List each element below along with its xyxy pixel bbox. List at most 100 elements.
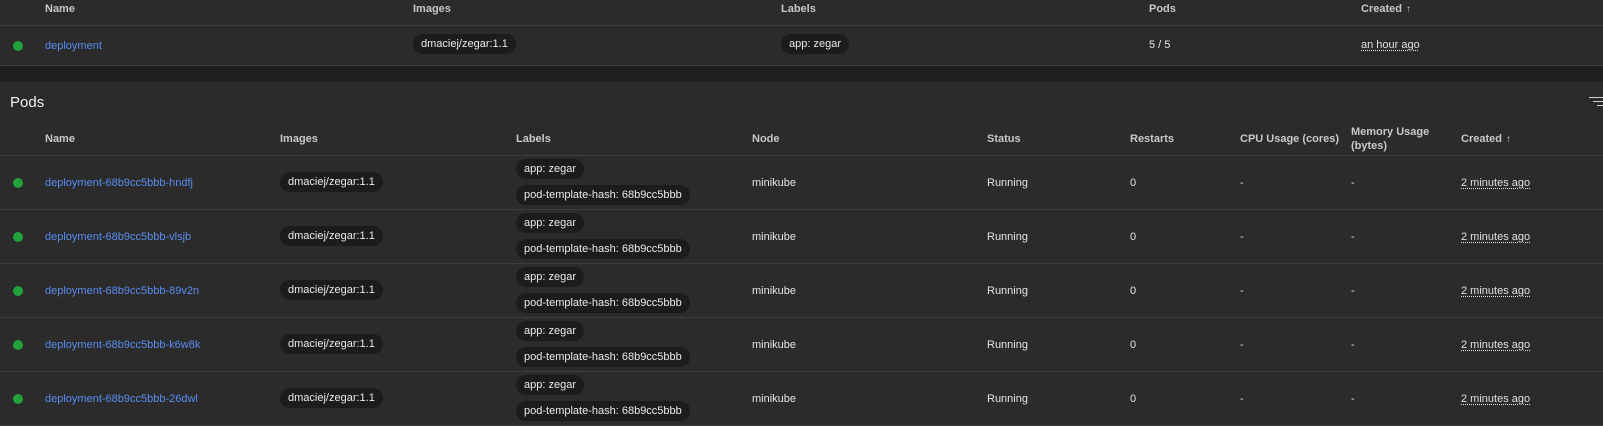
pod-node: minikube xyxy=(752,339,797,351)
pod-restarts: 0 xyxy=(1130,177,1137,189)
image-chip-text: dmaciej/zegar:1.1 xyxy=(280,334,383,354)
pods-count: 5 / 5 xyxy=(1149,39,1171,51)
header-created[interactable]: Created ↑ xyxy=(1461,133,1511,145)
image-chip: dmaciej/zegar:1.1 xyxy=(280,388,383,408)
pods-card: Pods Name Images Labels Node Status Rest… xyxy=(0,82,1603,426)
pod-cpu: - xyxy=(1240,177,1244,189)
created-time[interactable]: 2 minutes ago xyxy=(1461,177,1530,189)
header-images: Images xyxy=(280,133,318,145)
label-chip-text: app: zegar xyxy=(516,375,584,395)
sort-arrow-up-icon: ↑ xyxy=(1405,4,1411,15)
pod-cpu: - xyxy=(1240,231,1244,243)
header-memory-line2: (bytes) xyxy=(1351,140,1388,152)
pod-name-link[interactable]: deployment-68b9cc5bbb-89v2n xyxy=(45,285,199,297)
label-chip-app: app: zegar xyxy=(516,267,584,287)
pod-node: minikube xyxy=(752,285,797,297)
deployment-row[interactable]: deployment dmaciej/zegar:1.1 app: zegar … xyxy=(0,26,1603,66)
header-labels: Labels xyxy=(516,133,551,145)
label-chip-hash: pod-template-hash: 68b9cc5bbb xyxy=(516,239,690,259)
pod-memory: - xyxy=(1351,177,1355,189)
label-chip-text: app: zegar xyxy=(516,159,584,179)
pod-restarts: 0 xyxy=(1130,393,1137,405)
header-pods: Pods xyxy=(1149,3,1176,15)
image-chip-text: dmaciej/zegar:1.1 xyxy=(280,226,383,246)
pod-status: Running xyxy=(987,177,1028,189)
pod-cpu: - xyxy=(1240,393,1244,405)
status-running-icon xyxy=(13,340,23,350)
pod-memory: - xyxy=(1351,285,1355,297)
pod-memory: - xyxy=(1351,231,1355,243)
header-restarts: Restarts xyxy=(1130,133,1175,145)
header-status: Status xyxy=(987,133,1021,145)
status-running-icon xyxy=(13,232,23,242)
pod-row[interactable]: deployment-68b9cc5bbb-26dwl dmaciej/zegar… xyxy=(0,372,1603,426)
pod-memory: - xyxy=(1351,393,1355,405)
label-chip-text: pod-template-hash: 68b9cc5bbb xyxy=(516,239,690,259)
pod-node: minikube xyxy=(752,231,797,243)
pod-row[interactable]: deployment-68b9cc5bbb-hndfj dmaciej/zegar… xyxy=(0,156,1603,210)
label-chip-text: pod-template-hash: 68b9cc5bbb xyxy=(516,185,690,205)
pod-cpu: - xyxy=(1240,339,1244,351)
deployment-name-link[interactable]: deployment xyxy=(45,40,102,52)
image-chip-text: dmaciej/zegar:1.1 xyxy=(280,280,383,300)
header-cpu: CPU Usage (cores) xyxy=(1240,133,1340,145)
sort-arrow-up-icon: ↑ xyxy=(1505,134,1511,145)
label-chip-hash: pod-template-hash: 68b9cc5bbb xyxy=(516,293,690,313)
image-chip: dmaciej/zegar:1.1 xyxy=(413,34,516,54)
label-chip-app: app: zegar xyxy=(516,213,584,233)
label-chip-text: pod-template-hash: 68b9cc5bbb xyxy=(516,347,690,367)
pod-status: Running xyxy=(987,285,1028,297)
image-chip-text: dmaciej/zegar:1.1 xyxy=(280,388,383,408)
pod-restarts: 0 xyxy=(1130,231,1137,243)
label-chip-hash: pod-template-hash: 68b9cc5bbb xyxy=(516,347,690,367)
pod-name-link[interactable]: deployment-68b9cc5bbb-vlsjb xyxy=(45,231,191,243)
pod-restarts: 0 xyxy=(1130,285,1137,297)
pod-status: Running xyxy=(987,393,1028,405)
pod-row[interactable]: deployment-68b9cc5bbb-k6w8k dmaciej/zegar… xyxy=(0,318,1603,372)
status-running-icon xyxy=(13,41,23,51)
pod-name-link[interactable]: deployment-68b9cc5bbb-26dwl xyxy=(45,393,198,405)
image-chip: dmaciej/zegar:1.1 xyxy=(280,172,383,192)
header-name[interactable]: Name xyxy=(45,3,75,15)
deployments-header-row: Name Images Labels Pods Created ↑ xyxy=(0,0,1603,26)
created-time[interactable]: 2 minutes ago xyxy=(1461,339,1530,351)
pods-header-row: Name Images Labels Node Status Restarts … xyxy=(0,120,1603,156)
pod-status: Running xyxy=(987,339,1028,351)
deployments-table: Name Images Labels Pods Created ↑ deploym… xyxy=(0,0,1603,66)
pod-node: minikube xyxy=(752,393,797,405)
pod-name-link[interactable]: deployment-68b9cc5bbb-hndfj xyxy=(45,177,193,189)
pods-section-title: Pods xyxy=(10,94,45,111)
created-time[interactable]: 2 minutes ago xyxy=(1461,231,1530,243)
header-name[interactable]: Name xyxy=(45,133,75,145)
label-chip-app: app: zegar xyxy=(516,375,584,395)
pod-row[interactable]: deployment-68b9cc5bbb-89v2n dmaciej/zegar… xyxy=(0,264,1603,318)
header-created[interactable]: Created ↑ xyxy=(1361,3,1411,15)
label-chip-hash: pod-template-hash: 68b9cc5bbb xyxy=(516,401,690,421)
label-chip: app: zegar xyxy=(781,34,849,54)
created-time[interactable]: 2 minutes ago xyxy=(1461,393,1530,405)
header-created-label: Created xyxy=(1361,3,1402,15)
image-chip: dmaciej/zegar:1.1 xyxy=(280,280,383,300)
header-labels: Labels xyxy=(781,3,816,15)
label-chip-text: app: zegar xyxy=(516,267,584,287)
pod-row[interactable]: deployment-68b9cc5bbb-vlsjb dmaciej/zegar… xyxy=(0,210,1603,264)
status-running-icon xyxy=(13,178,23,188)
pod-restarts: 0 xyxy=(1130,339,1137,351)
pod-cpu: - xyxy=(1240,285,1244,297)
pod-node: minikube xyxy=(752,177,797,189)
image-chip-text: dmaciej/zegar:1.1 xyxy=(280,172,383,192)
created-time[interactable]: 2 minutes ago xyxy=(1461,285,1530,297)
header-memory-line1: Memory Usage xyxy=(1351,126,1430,138)
image-chip: dmaciej/zegar:1.1 xyxy=(280,226,383,246)
status-running-icon xyxy=(13,394,23,404)
label-chip-text: app: zegar xyxy=(516,213,584,233)
image-chip: dmaciej/zegar:1.1 xyxy=(280,334,383,354)
pod-status: Running xyxy=(987,231,1028,243)
status-running-icon xyxy=(13,286,23,296)
image-chip-text: dmaciej/zegar:1.1 xyxy=(413,34,516,54)
pod-memory: - xyxy=(1351,339,1355,351)
filter-icon[interactable] xyxy=(1587,96,1603,108)
pod-name-link[interactable]: deployment-68b9cc5bbb-k6w8k xyxy=(45,339,200,351)
label-chip-app: app: zegar xyxy=(516,321,584,341)
created-time[interactable]: an hour ago xyxy=(1361,39,1420,51)
